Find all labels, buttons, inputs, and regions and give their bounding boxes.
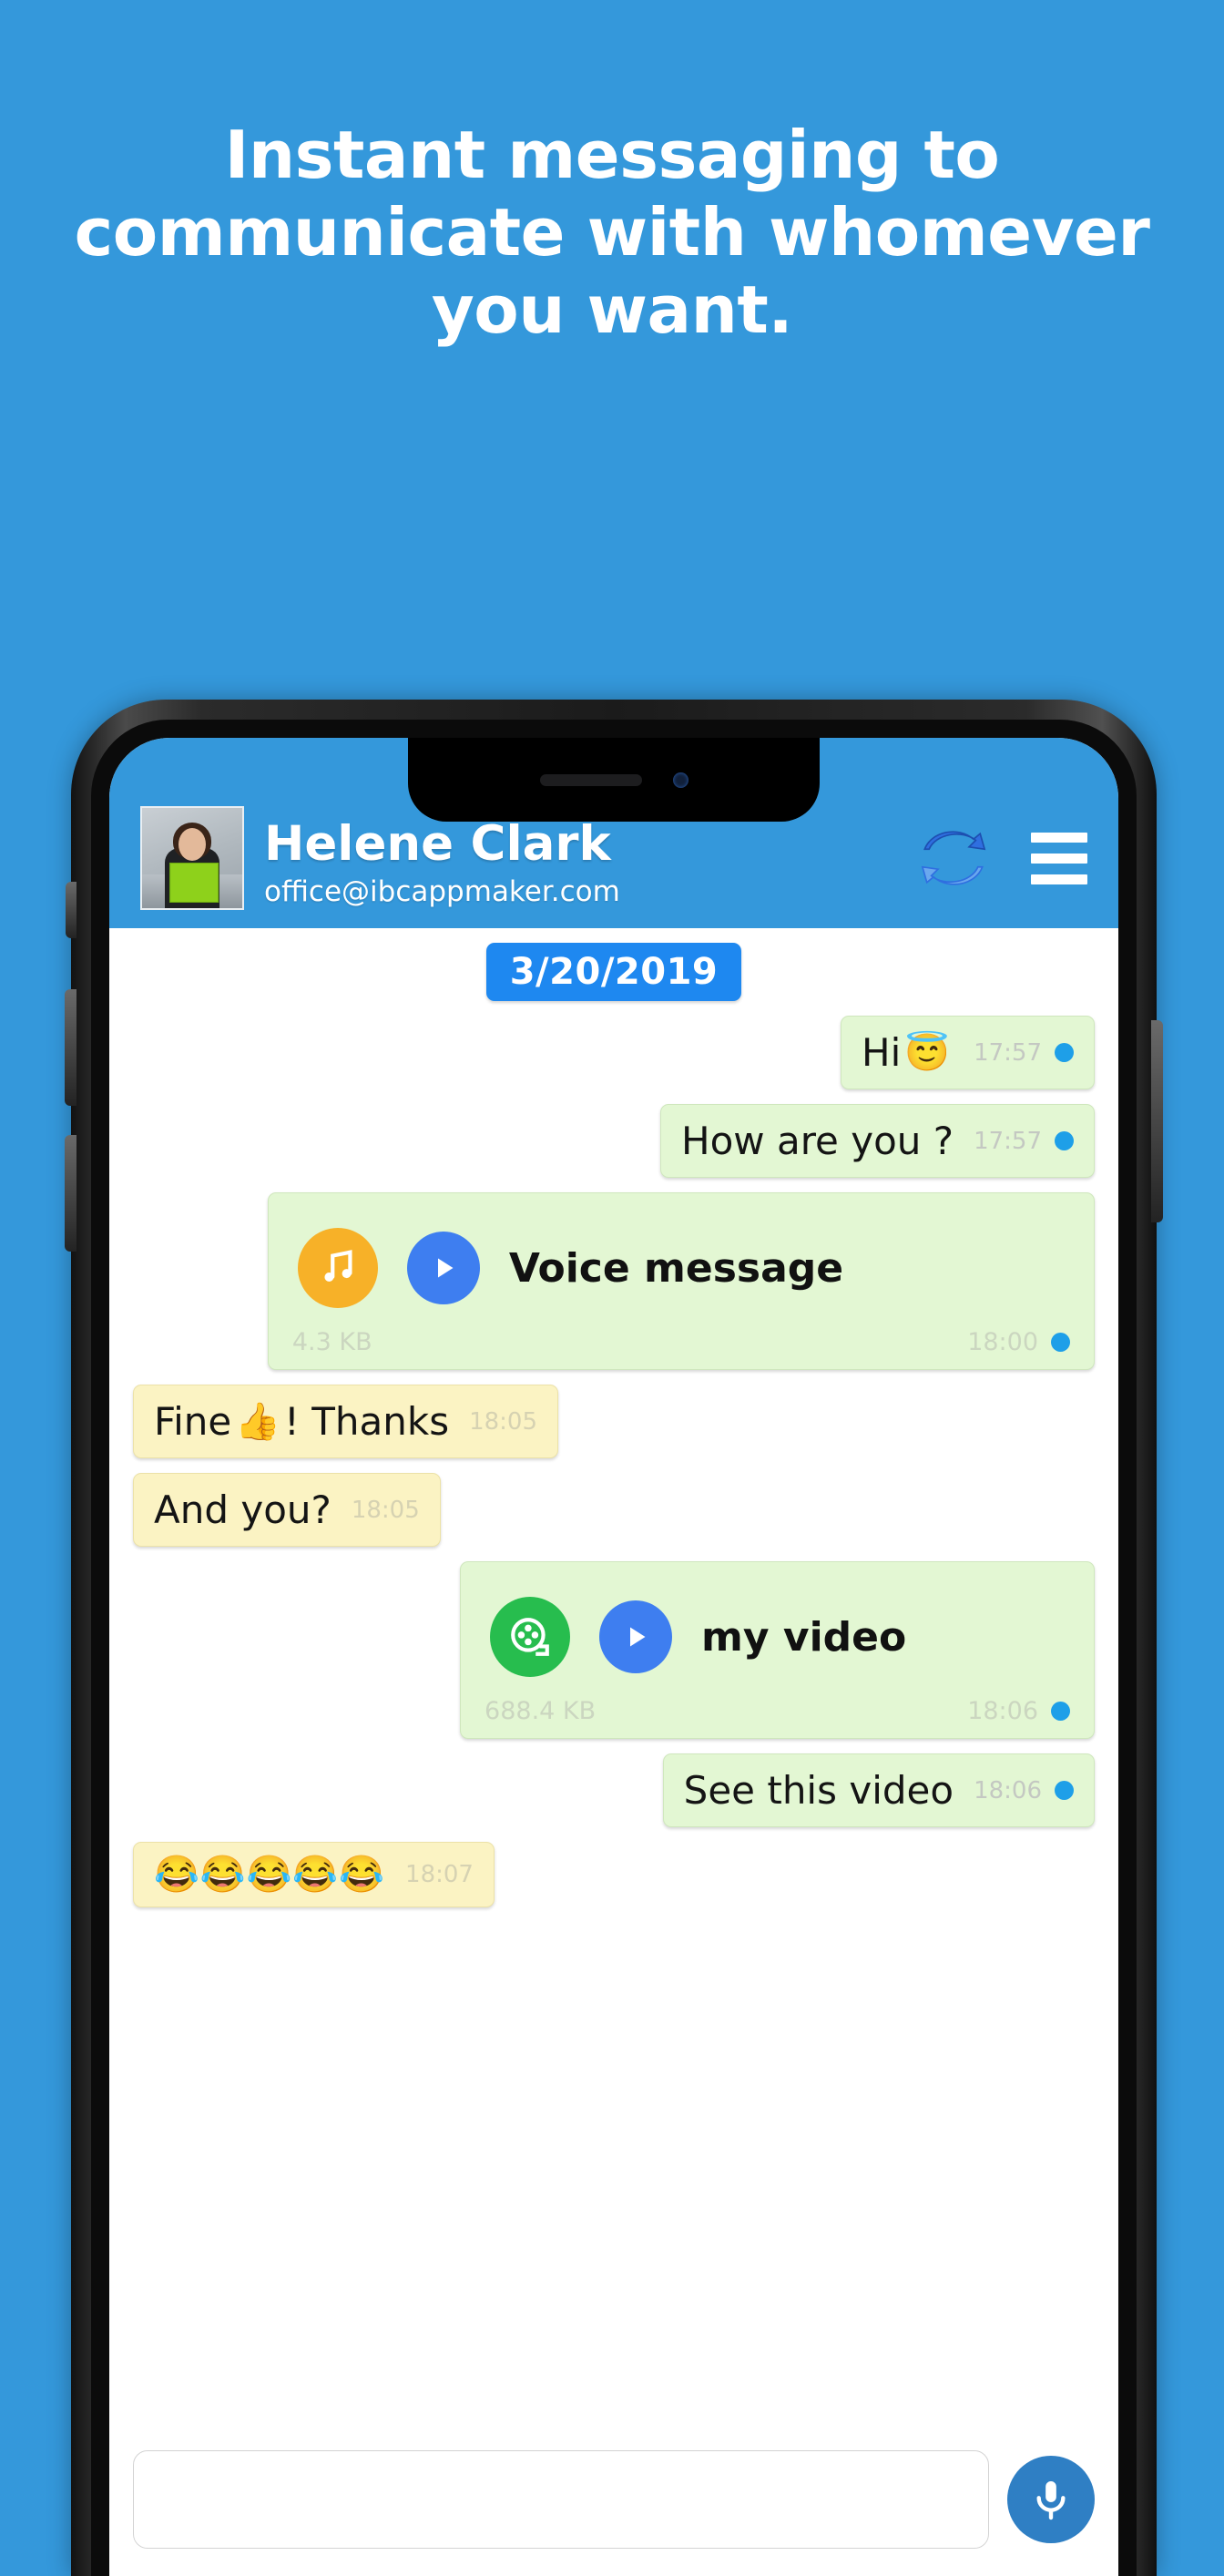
message-composer [109, 2430, 1118, 2576]
message-row: my video 688.4 KB 18:06 [133, 1561, 1095, 1739]
power-button[interactable] [1151, 1020, 1163, 1222]
date-separator: 3/20/2019 [485, 943, 742, 1001]
message-text: See this video [683, 1768, 954, 1813]
avatar-head [178, 828, 206, 861]
chat-area: 3/20/2019 Hi 😇 17:57 How are you ? 17:57… [109, 928, 1118, 2576]
avatar-folder [169, 863, 219, 903]
volume-down-button[interactable] [65, 1135, 76, 1252]
thumbs-up-emoji: 👍 [235, 1401, 281, 1442]
hamburger-menu-icon[interactable] [1031, 832, 1087, 884]
message-row: And you? 18:05 [133, 1473, 1095, 1547]
video-message-body: my video [484, 1582, 1070, 1697]
date-separator-row: 3/20/2019 [133, 943, 1095, 1001]
message-text: Fine [154, 1399, 232, 1444]
message-text: Hi [861, 1030, 902, 1075]
header-actions [918, 823, 1087, 894]
file-size: 4.3 KB [291, 1328, 372, 1356]
message-row: See this video 18:06 [133, 1753, 1095, 1827]
read-status-dot [1055, 1781, 1074, 1800]
message-time: 17:57 [974, 1127, 1042, 1155]
message-bubble-incoming[interactable]: Fine 👍 ! Thanks 18:05 [133, 1385, 559, 1458]
message-row: Voice message 4.3 KB 18:00 [133, 1192, 1095, 1370]
voice-message-label: Voice message [508, 1244, 844, 1292]
film-reel-icon [490, 1597, 571, 1677]
play-button-icon[interactable] [406, 1232, 480, 1304]
contact-email: office@ibcappmaker.com [264, 875, 620, 909]
message-row: Hi 😇 17:57 [133, 1016, 1095, 1089]
menu-line [1031, 874, 1087, 884]
phone-screen: Helene Clark office@ibcappmaker.com 3/20… [109, 738, 1118, 2576]
message-row: Fine 👍 ! Thanks 18:05 [133, 1385, 1095, 1458]
front-camera-icon [672, 772, 688, 788]
earpiece-speaker-icon [539, 773, 642, 786]
message-time: 18:06 [967, 1697, 1038, 1725]
message-input[interactable] [133, 2450, 989, 2549]
read-status-dot [1051, 1702, 1070, 1721]
message-time: 18:05 [351, 1496, 420, 1524]
volume-up-button[interactable] [65, 989, 76, 1106]
video-message-meta: 688.4 KB 18:06 [484, 1697, 1070, 1725]
smiling-face-emoji: 😇 [904, 1032, 951, 1073]
message-list[interactable]: 3/20/2019 Hi 😇 17:57 How are you ? 17:57… [109, 928, 1118, 2430]
sync-refresh-icon[interactable] [918, 823, 989, 894]
laughing-emoji-run: 😂😂😂😂😂 [154, 1855, 386, 1895]
message-row: How are you ? 17:57 [133, 1104, 1095, 1178]
message-bubble-incoming[interactable]: 😂😂😂😂😂 18:07 [133, 1842, 495, 1907]
message-bubble-outgoing[interactable]: Hi 😇 17:57 [840, 1016, 1095, 1089]
message-time: 18:05 [469, 1407, 538, 1436]
voice-message-status: 18:00 [967, 1328, 1070, 1356]
promo-headline: Instant messaging to communicate with wh… [74, 117, 1150, 348]
read-status-dot [1051, 1333, 1070, 1352]
menu-line [1031, 832, 1087, 843]
read-status-dot [1055, 1043, 1074, 1062]
message-time: 17:57 [974, 1038, 1042, 1067]
contact-name: Helene Clark [264, 816, 611, 873]
message-text: And you? [154, 1487, 332, 1532]
message-bubble-incoming[interactable]: And you? 18:05 [133, 1473, 441, 1547]
play-button-icon[interactable] [599, 1600, 673, 1673]
voice-message-bubble[interactable]: Voice message 4.3 KB 18:00 [267, 1192, 1095, 1370]
menu-line [1031, 853, 1087, 864]
video-message-status: 18:06 [967, 1697, 1070, 1725]
phone-notch [408, 738, 820, 822]
message-text: How are you ? [680, 1119, 954, 1163]
message-time: 18:06 [974, 1776, 1042, 1804]
music-note-icon [297, 1228, 378, 1308]
phone-mockup: Helene Clark office@ibcappmaker.com 3/20… [65, 700, 1163, 2576]
video-message-label: my video [701, 1613, 907, 1661]
voice-message-body: Voice message [292, 1213, 1070, 1328]
message-time: 18:00 [967, 1328, 1038, 1356]
microphone-icon[interactable] [1007, 2456, 1095, 2543]
file-size: 688.4 KB [484, 1697, 597, 1725]
voice-message-meta: 4.3 KB 18:00 [292, 1328, 1070, 1356]
message-bubble-outgoing[interactable]: How are you ? 17:57 [659, 1104, 1095, 1178]
message-time: 18:07 [405, 1861, 474, 1888]
message-row: 😂😂😂😂😂 18:07 [133, 1842, 1095, 1907]
read-status-dot [1055, 1131, 1074, 1150]
message-text-after: ! Thanks [284, 1399, 450, 1444]
contact-info: Helene Clark office@ibcappmaker.com [244, 819, 918, 912]
message-bubble-outgoing[interactable]: See this video 18:06 [662, 1753, 1095, 1827]
contact-avatar[interactable] [140, 806, 244, 910]
video-message-bubble[interactable]: my video 688.4 KB 18:06 [460, 1561, 1095, 1739]
mute-switch-button[interactable] [66, 882, 76, 938]
